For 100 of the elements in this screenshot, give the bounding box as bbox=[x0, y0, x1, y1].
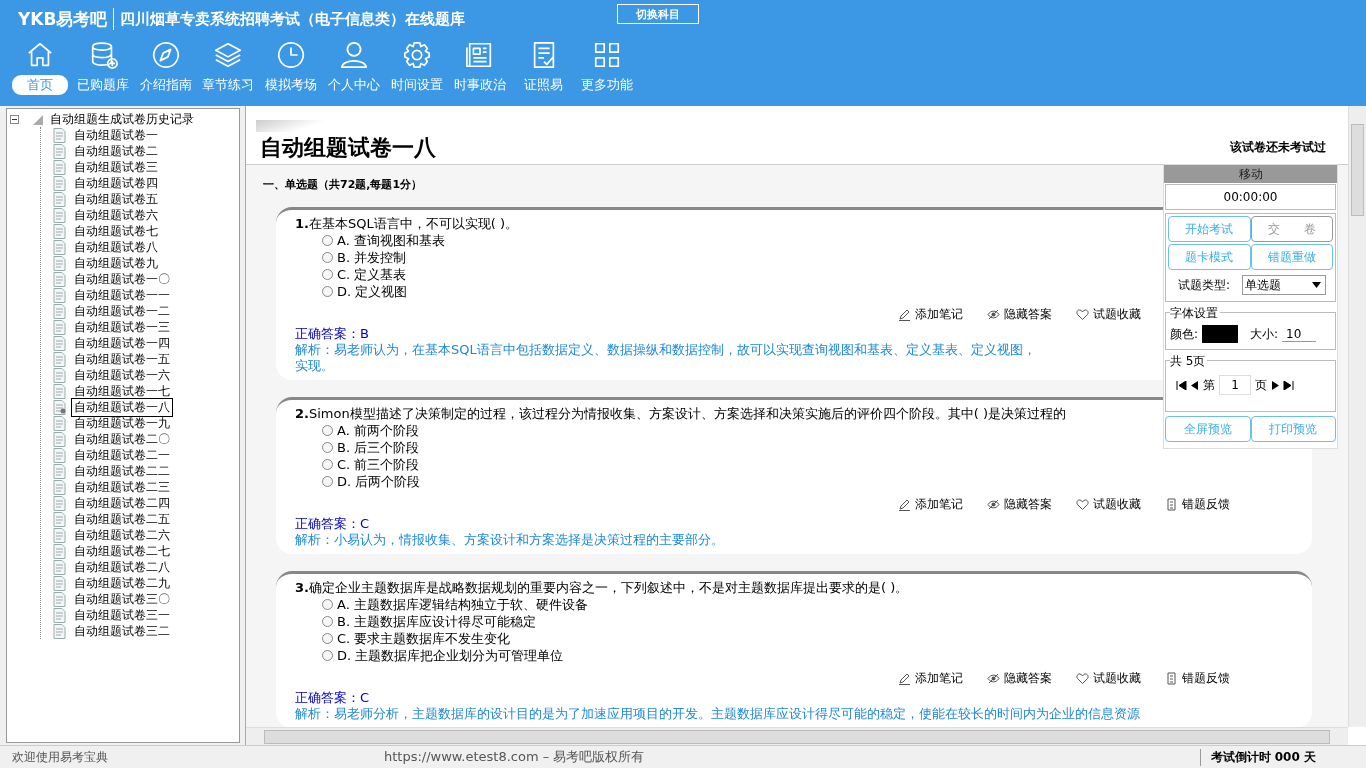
pencil-icon bbox=[898, 307, 911, 321]
action-link[interactable]: 错题反馈 bbox=[1182, 669, 1230, 687]
document-icon bbox=[53, 623, 66, 639]
explanation-text: 解析：小易认为，情报收集、方案设计和方案选择是决策过程的主要部分。 bbox=[295, 532, 724, 548]
option-label[interactable]: B. 后三个阶段 bbox=[337, 438, 420, 457]
size-label: 大小: bbox=[1250, 325, 1279, 343]
radio-button[interactable] bbox=[322, 252, 333, 263]
horizontal-scrollbar[interactable] bbox=[246, 727, 1348, 745]
document-icon bbox=[53, 559, 66, 575]
document-icon bbox=[53, 127, 66, 143]
document-icon bbox=[53, 271, 66, 287]
action-link[interactable]: 隐藏答案 bbox=[1004, 669, 1052, 687]
document-icon bbox=[53, 495, 66, 511]
document-icon bbox=[53, 239, 66, 255]
correct-answer: 正确答案：C bbox=[295, 690, 370, 706]
document-icon bbox=[53, 575, 66, 591]
panel-title[interactable]: 移动 bbox=[1164, 165, 1337, 183]
radio-button[interactable] bbox=[322, 442, 333, 453]
radio-button[interactable] bbox=[322, 650, 333, 661]
radio-button[interactable] bbox=[322, 599, 333, 610]
document-icon bbox=[53, 351, 66, 367]
radio-button[interactable] bbox=[322, 616, 333, 627]
option-label[interactable]: A. 主题数据库逻辑结构独立于软、硬件设备 bbox=[337, 595, 588, 614]
radio-button[interactable] bbox=[322, 459, 333, 470]
compass-icon bbox=[150, 40, 181, 70]
action-link[interactable]: 隐藏答案 bbox=[1004, 305, 1052, 323]
app-title: 四川烟草专卖系统招聘考试（电子信息类）在线题库 bbox=[120, 9, 466, 29]
document-icon bbox=[53, 415, 66, 431]
document-icon bbox=[53, 255, 66, 271]
question-text: 1.在基本SQL语言中，不可以实现( )。 bbox=[295, 215, 518, 232]
radio-button[interactable] bbox=[322, 269, 333, 280]
option-label[interactable]: D. 主题数据库把企业划分为可管理单位 bbox=[337, 646, 564, 665]
document-icon bbox=[53, 447, 66, 463]
action-link[interactable]: 试题收藏 bbox=[1093, 669, 1141, 687]
document-icon bbox=[1165, 497, 1178, 511]
first-page-icon[interactable] bbox=[1176, 380, 1187, 390]
option-label[interactable]: D. 定义视图 bbox=[337, 282, 408, 301]
document-icon bbox=[53, 223, 66, 239]
radio-button[interactable] bbox=[322, 286, 333, 297]
settings-icon bbox=[401, 40, 432, 70]
radio-button[interactable] bbox=[322, 425, 333, 436]
radio-button[interactable] bbox=[322, 476, 333, 487]
document-icon bbox=[53, 607, 66, 623]
document-icon bbox=[53, 431, 66, 447]
document-icon bbox=[53, 287, 66, 303]
previous-page-icon[interactable] bbox=[1191, 380, 1199, 390]
triangle-icon bbox=[32, 113, 44, 126]
vertical-scrollbar[interactable] bbox=[1348, 106, 1366, 727]
font-size-field[interactable]: 10 bbox=[1282, 326, 1317, 342]
action-link[interactable]: 添加笔记 bbox=[915, 669, 963, 687]
welcome-text: 欢迎使用易考宝典 bbox=[11, 748, 109, 766]
action-link[interactable]: 试题收藏 bbox=[1093, 495, 1141, 513]
action-link[interactable]: 错题反馈 bbox=[1182, 495, 1230, 513]
collapse-icon[interactable] bbox=[10, 115, 19, 124]
pencil-icon bbox=[898, 497, 911, 511]
document-icon bbox=[53, 207, 66, 223]
group-label: 字体设置 bbox=[1170, 305, 1220, 322]
option-label[interactable]: A. 查询视图和基表 bbox=[337, 231, 445, 250]
tree-item[interactable]: 自动组题试卷一八 bbox=[71, 397, 173, 417]
document-icon bbox=[1165, 671, 1178, 685]
copyright-text: https://www.etest8.com – 易考吧版权所有 bbox=[384, 748, 646, 766]
action-link[interactable]: 添加笔记 bbox=[915, 305, 963, 323]
eye-icon bbox=[987, 671, 1000, 685]
color-label: 颜色: bbox=[1170, 325, 1199, 343]
eye-icon bbox=[987, 497, 1000, 511]
option-label[interactable]: C. 要求主题数据库不发生变化 bbox=[337, 629, 511, 648]
action-link[interactable]: 隐藏答案 bbox=[1004, 495, 1052, 513]
heart-icon bbox=[1076, 671, 1089, 685]
document-icon bbox=[53, 527, 66, 543]
question-text: 3.确定企业主题数据库是战略数据规划的重要内容之一，下列叙述中，不是对主题数据库提出要求的是( )。 bbox=[295, 579, 909, 596]
radio-button[interactable] bbox=[322, 633, 333, 644]
option-label[interactable]: B. 主题数据库应设计得尽可能稳定 bbox=[337, 612, 537, 631]
page-number-field[interactable]: 1 bbox=[1219, 375, 1251, 395]
document-icon bbox=[53, 479, 66, 495]
clock-icon bbox=[276, 40, 307, 70]
color-swatch[interactable] bbox=[1202, 325, 1239, 343]
next-page-icon[interactable] bbox=[1271, 380, 1279, 390]
option-label[interactable]: B. 并发控制 bbox=[337, 248, 407, 267]
dropdown-caret-icon[interactable] bbox=[1312, 282, 1322, 288]
page-prefix: 第 bbox=[1203, 376, 1215, 394]
action-link[interactable]: 添加笔记 bbox=[915, 495, 963, 513]
action-link[interactable]: 试题收藏 bbox=[1093, 305, 1141, 323]
option-label[interactable]: C. 前三个阶段 bbox=[337, 455, 420, 474]
option-label[interactable]: C. 定义基表 bbox=[337, 265, 407, 284]
exam-status: 该试卷还未考试过 bbox=[1230, 139, 1326, 156]
timer-display: 00:00:00 bbox=[1165, 184, 1336, 210]
group-label: 共 5页 bbox=[1170, 353, 1208, 370]
document-icon bbox=[53, 383, 66, 399]
document-icon bbox=[53, 463, 66, 479]
option-label[interactable]: D. 后两个阶段 bbox=[337, 472, 421, 491]
last-page-icon[interactable] bbox=[1283, 380, 1294, 390]
document-pin-icon bbox=[53, 399, 66, 415]
question-type-select[interactable]: 单选题 bbox=[1242, 275, 1327, 295]
radio-button[interactable] bbox=[322, 235, 333, 246]
document-icon bbox=[53, 319, 66, 335]
explanation-text: 实现。 bbox=[295, 358, 334, 374]
option-label[interactable]: A. 前两个阶段 bbox=[337, 421, 419, 440]
section-heading: 一、单选题（共72题,每题1分） bbox=[263, 177, 423, 193]
tree-root-label[interactable]: 自动组题生成试卷历史记录 bbox=[50, 111, 194, 128]
heart-icon bbox=[1076, 497, 1089, 511]
